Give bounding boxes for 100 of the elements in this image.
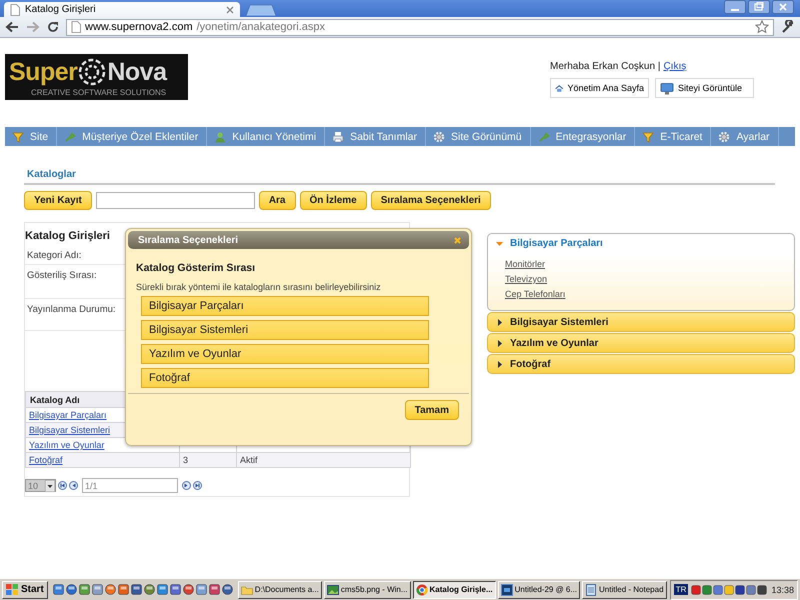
sortable-item[interactable]: Fotoğraf: [141, 368, 429, 388]
wrench-icon[interactable]: [781, 20, 795, 34]
logo-tagline: CREATIVE SOFTWARE SOLUTIONS: [30, 87, 166, 98]
app-icon[interactable]: [208, 584, 220, 595]
plug-icon: [538, 130, 550, 142]
back-icon[interactable]: [5, 21, 19, 33]
app-icon[interactable]: [144, 584, 155, 595]
address-field[interactable]: www.supernova2.com /yonetim/anakategori.aspx: [66, 18, 774, 36]
app-icon[interactable]: [196, 584, 207, 595]
browser-tab[interactable]: Katalog Girişleri: [4, 2, 240, 17]
tab-title: Katalog Girişleri: [25, 4, 97, 15]
sortable-item[interactable]: Yazılım ve Oyunlar: [141, 344, 429, 364]
app-icon[interactable]: [118, 584, 129, 595]
caret-down-icon: [496, 240, 503, 246]
app-icon[interactable]: [66, 584, 77, 595]
last-page-icon[interactable]: [193, 481, 202, 490]
folder-icon: [240, 584, 253, 596]
funnel-icon: [12, 130, 24, 142]
gear-icon: [433, 130, 446, 142]
app-icon[interactable]: [92, 584, 103, 595]
sortable-item[interactable]: Bilgisayar Sistemleri: [141, 320, 429, 340]
app-icon[interactable]: [52, 584, 64, 595]
gear-icon: [718, 130, 730, 142]
ok-button[interactable]: Tamam: [404, 400, 459, 420]
taskbar-button[interactable]: Untitled-29 @ 6...: [498, 580, 580, 598]
picture-icon: [326, 584, 339, 596]
tray-icon[interactable]: [691, 584, 702, 594]
page-icon: [10, 4, 20, 16]
search-field[interactable]: [96, 192, 255, 209]
field-label: Yayınlanma Durumu:: [27, 304, 116, 315]
tray-icon[interactable]: [713, 584, 724, 594]
tray-icon[interactable]: [724, 584, 734, 594]
app-icon[interactable]: [78, 584, 90, 595]
greeting-text: Merhaba Erkan Coşkun |: [550, 61, 660, 72]
printer-icon: [332, 130, 344, 142]
subcategory-link[interactable]: Televizyon: [505, 273, 548, 285]
catalog-link[interactable]: Fotoğraf: [29, 455, 63, 465]
dialog-title: Sıralama Seçenekleri: [138, 234, 238, 246]
tray-icon[interactable]: [702, 584, 712, 594]
taskbar-button[interactable]: Untitled - Notepad: [582, 580, 667, 598]
app-icon[interactable]: [130, 584, 142, 595]
new-record-button[interactable]: Yeni Kayıt: [24, 191, 92, 210]
notepad-icon: [585, 584, 598, 596]
forward-icon: [26, 21, 40, 33]
app-icon[interactable]: [182, 584, 194, 595]
app-icon: [500, 584, 513, 596]
dropdown-icon: [45, 480, 55, 492]
star-icon[interactable]: [755, 20, 769, 34]
tray-icon[interactable]: [735, 584, 746, 594]
app-icon[interactable]: [156, 584, 168, 595]
home-button[interactable]: Yönetim Ana Sayfa: [550, 78, 649, 98]
form-title: Katalog Girişleri: [25, 229, 110, 244]
logo-text: Nova: [107, 57, 166, 87]
close-icon[interactable]: [772, 0, 794, 14]
funnel-icon: [642, 130, 654, 142]
view-site-button[interactable]: Siteyi Görüntüle: [655, 78, 754, 98]
search-button[interactable]: Ara: [258, 191, 296, 210]
accordion-header[interactable]: Yazılım ve Oyunlar: [488, 334, 794, 352]
table-cell: Aktif: [236, 452, 410, 468]
accordion-header[interactable]: Bilgisayar Sistemleri: [488, 313, 794, 331]
tray-icon[interactable]: [746, 584, 756, 594]
page-icon: [71, 21, 81, 33]
clock: 13:38: [771, 584, 794, 594]
language-indicator[interactable]: TR: [674, 584, 688, 595]
taskbar-button[interactable]: cms5b.png - Win...: [324, 580, 411, 598]
preview-button[interactable]: Ön İzleme: [300, 191, 367, 210]
sortable-item[interactable]: Bilgisayar Parçaları: [141, 296, 429, 316]
monitor-icon: [660, 82, 674, 94]
accordion-header[interactable]: Fotoğraf: [488, 355, 794, 373]
user-icon: [214, 130, 226, 142]
close-icon[interactable]: [226, 6, 234, 14]
next-page-icon[interactable]: [182, 481, 191, 490]
taskbar-button[interactable]: Katalog Girişle...: [412, 580, 496, 598]
logo[interactable]: Super Nova CREATIVE SOFTWARE SOLUTIONS: [5, 54, 188, 100]
subcategory-link[interactable]: Monitörler: [505, 258, 546, 270]
browser-icon: [416, 584, 428, 596]
taskbar-button[interactable]: D:\Documents a...: [238, 580, 322, 598]
previous-page-icon[interactable]: [69, 481, 78, 490]
start-button[interactable]: Start: [2, 580, 48, 598]
sort-options-button[interactable]: Sıralama Seçenekleri: [370, 191, 491, 210]
table-cell: 3: [180, 452, 236, 468]
swirl-icon: [78, 58, 106, 86]
minimize-icon[interactable]: [724, 0, 746, 14]
app-icon[interactable]: [222, 584, 233, 595]
dialog-hint: Sürekli bırak yöntemi ile katalogların sırasını belirleyebilirsiniz: [136, 282, 382, 294]
logo-text: Super: [9, 57, 78, 87]
subcategory-link[interactable]: Cep Telefonları: [505, 288, 566, 300]
app-icon[interactable]: [170, 584, 181, 595]
reload-icon[interactable]: [47, 21, 59, 33]
page-field[interactable]: 1/1: [82, 478, 178, 493]
caret-right-icon: [496, 360, 503, 368]
dialog-heading: Katalog Gösterim Sırası: [136, 262, 256, 276]
tray-icon[interactable]: [757, 584, 768, 594]
field-label: Gösteriliş Sırası:: [27, 270, 97, 281]
logout-link[interactable]: Çıkış: [663, 61, 686, 72]
restore-icon[interactable]: [748, 0, 770, 14]
windows-logo-icon: [6, 584, 18, 595]
first-page-icon[interactable]: [58, 481, 67, 490]
app-icon[interactable]: [104, 584, 116, 595]
caret-right-icon: [496, 340, 503, 346]
